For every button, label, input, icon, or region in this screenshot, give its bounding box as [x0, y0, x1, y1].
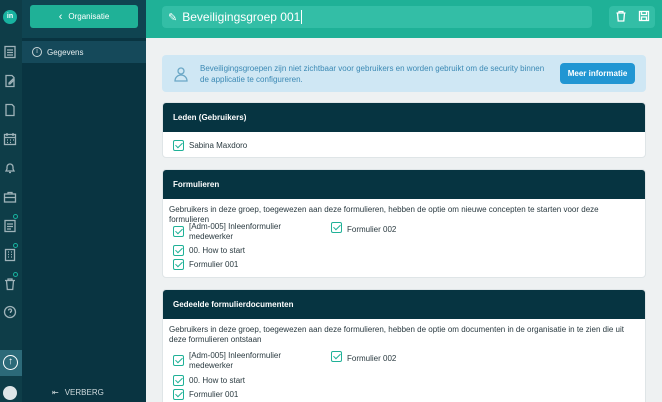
- form-label: [Adm-005] Inleenformulier medewerker: [189, 222, 282, 241]
- hide-sidebar-button[interactable]: ⇤ VERBERG: [52, 388, 104, 397]
- logo-icon[interactable]: in: [3, 10, 17, 24]
- info-icon: i: [32, 47, 42, 57]
- checkbox-checked[interactable]: [173, 245, 184, 256]
- members-card-title: Leden (Gebruikers): [163, 103, 645, 132]
- form-label: Formulier 002: [347, 225, 397, 234]
- checkbox-checked[interactable]: [173, 140, 184, 151]
- trash-icon: [616, 10, 625, 22]
- shared-documents-description: Gebruikers in deze groep, toegewezen aan…: [169, 325, 624, 344]
- trash-icon[interactable]: [3, 277, 17, 291]
- organisation-button[interactable]: ‹ Organisatie: [30, 5, 138, 28]
- shared-documents-card-title: Gedeelde formulierdocumenten: [163, 290, 645, 319]
- help-icon[interactable]: [3, 305, 17, 319]
- chevron-left-icon: ‹: [58, 10, 63, 23]
- checkbox-checked[interactable]: [331, 222, 342, 233]
- shared-form-item[interactable]: 00. How to start: [173, 375, 245, 386]
- organisation-button-label: Organisatie: [68, 12, 110, 21]
- shared-form-label: Formulier 001: [189, 390, 239, 399]
- shared-form-label: 00. How to start: [189, 376, 246, 385]
- page-header: ✎ Beveiligingsgroep 001: [146, 0, 662, 38]
- scroll-up-button[interactable]: ↑: [0, 350, 22, 376]
- briefcase-icon[interactable]: [3, 190, 17, 204]
- info-banner-text: Beveiligingsgroepen zijn niet zichtbaar …: [200, 64, 545, 84]
- shared-documents-card: Gedeelde formulierdocumenten Gebruikers …: [162, 289, 646, 402]
- main-content: Beveiligingsgroepen zijn niet zichtbaar …: [146, 38, 662, 402]
- secondary-sidebar: ‹ Organisatie i Gegevens ⇤ VERBERG: [22, 0, 146, 402]
- sidebar-item-gegevens[interactable]: i Gegevens: [22, 41, 146, 63]
- shared-form-item[interactable]: [Adm-005] Inleenformulier medewerker: [173, 351, 303, 371]
- text-caret: [301, 10, 303, 24]
- users-icon: [172, 65, 190, 83]
- icon-rail: in ↑: [0, 0, 22, 402]
- form-item[interactable]: [Adm-005] Inleenformulier medewerker: [173, 222, 303, 242]
- form-item[interactable]: Formulier 002: [331, 222, 396, 235]
- bell-icon[interactable]: [3, 161, 17, 175]
- checkbox-checked[interactable]: [173, 355, 184, 366]
- shared-form-item[interactable]: Formulier 001: [173, 389, 238, 400]
- checkbox-checked[interactable]: [173, 389, 184, 400]
- member-item[interactable]: Sabina Maxdoro: [173, 140, 247, 151]
- shared-form-label: Formulier 002: [347, 354, 397, 363]
- form-item[interactable]: 00. How to start: [173, 245, 245, 256]
- list-alt-icon[interactable]: [3, 219, 17, 233]
- forms-card-title: Formulieren: [163, 170, 645, 199]
- shared-form-label: [Adm-005] Inleenformulier medewerker: [189, 351, 282, 370]
- sidebar-item-label: Gegevens: [47, 47, 84, 57]
- pencil-icon: ✎: [168, 11, 178, 24]
- hide-sidebar-label: VERBERG: [64, 388, 104, 397]
- save-button[interactable]: [638, 10, 650, 24]
- avatar[interactable]: [3, 386, 17, 400]
- form-label: 00. How to start: [189, 246, 246, 255]
- save-icon: [638, 10, 649, 22]
- title-input[interactable]: ✎ Beveiligingsgroep 001: [162, 6, 592, 28]
- list-icon[interactable]: [3, 45, 17, 59]
- checkbox-checked[interactable]: [173, 375, 184, 386]
- delete-button[interactable]: [615, 10, 627, 24]
- sidebar-topbar: ‹ Organisatie: [22, 0, 146, 38]
- calendar-icon[interactable]: [3, 132, 17, 146]
- form-item[interactable]: Formulier 001: [173, 259, 238, 270]
- building-icon[interactable]: [3, 248, 17, 262]
- arrow-up-icon: ↑: [3, 355, 18, 370]
- form-label: Formulier 001: [189, 260, 239, 269]
- checkbox-checked[interactable]: [173, 226, 184, 237]
- checkbox-checked[interactable]: [331, 351, 342, 362]
- checkbox-checked[interactable]: [173, 259, 184, 270]
- forms-card: Formulieren Gebruikers in deze groep, to…: [162, 169, 646, 278]
- page-title: Beveiligingsgroep 001: [182, 10, 301, 24]
- shared-form-item[interactable]: Formulier 002: [331, 351, 396, 364]
- member-label: Sabina Maxdoro: [189, 141, 248, 150]
- document-edit-icon[interactable]: [3, 74, 17, 88]
- more-info-button[interactable]: Meer informatie: [560, 63, 635, 84]
- collapse-icon: ⇤: [52, 388, 59, 397]
- info-banner: Beveiligingsgroepen zijn niet zichtbaar …: [162, 55, 646, 92]
- document-icon[interactable]: [3, 103, 17, 117]
- members-card: Leden (Gebruikers) Sabina Maxdoro: [162, 102, 646, 158]
- header-actions: [609, 6, 655, 28]
